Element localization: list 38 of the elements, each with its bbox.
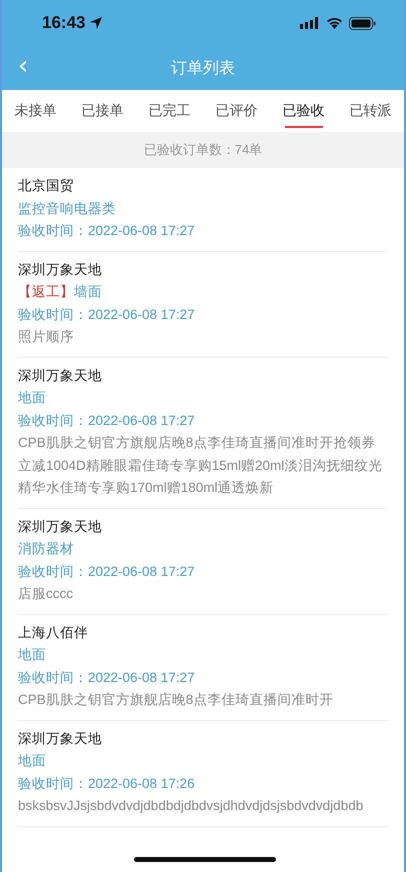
signal-icon — [300, 17, 320, 29]
tab[interactable]: 未接单 — [2, 90, 69, 132]
site-name: 北京国贸 — [18, 177, 75, 195]
order-count: 已验收订单数：74单 — [144, 141, 262, 159]
order-note: CPB肌肤之钥官方旗舰店晚8点李佳琦直播间准时开 — [18, 691, 334, 709]
category: 墙面 — [74, 283, 102, 301]
order-note: bsksbsvJJsjsbdvdvdjdbdbdjdbdvsjdhdvdjdsjsbdvdvdjdbdb — [18, 797, 364, 815]
category: 地面 — [18, 646, 46, 664]
order-note: 照片顺序 — [18, 328, 75, 346]
tab[interactable]: 已接单 — [69, 90, 136, 132]
acceptance-time: 验收时间：2022-06-08 17:27 — [18, 668, 196, 686]
battery-icon — [349, 16, 376, 30]
acceptance-time: 验收时间：2022-06-08 17:27 — [18, 412, 196, 430]
acceptance-time: 验收时间：2022-06-08 17:27 — [18, 306, 196, 324]
acceptance-time: 验收时间：2022-06-08 17:27 — [18, 562, 196, 580]
location-arrow-icon — [89, 16, 104, 30]
site-name: 上海八佰伴 — [18, 624, 89, 642]
site-name: 深圳万象天地 — [18, 730, 103, 748]
status-time: 16:43 — [42, 13, 86, 33]
page-title: 订单列表 — [170, 58, 236, 78]
site-name: 深圳万象天地 — [18, 366, 103, 384]
category: 地面 — [18, 752, 46, 770]
category: 监控音响电器类 — [18, 200, 116, 218]
site-name: 深圳万象天地 — [18, 260, 103, 278]
site-name: 深圳万象天地 — [18, 518, 103, 536]
acceptance-time: 验收时间：2022-06-08 17:27 — [18, 222, 196, 240]
order-note: CPB肌肤之钥官方旗舰店晚8点李佳琦直播间准时开抢领券立减1004D精雕眼霜佳琦专享购15ml赠20ml淡泪沟抚细纹光精华水佳琦专享购170ml赠180ml通透焕新 — [18, 434, 384, 497]
tab[interactable]: 已转派 — [337, 90, 404, 132]
wifi-icon — [326, 17, 343, 29]
order-note: 店服cccc — [18, 585, 74, 603]
acceptance-time: 验收时间：2022-06-08 17:26 — [18, 774, 196, 792]
home-indicator[interactable] — [134, 857, 276, 862]
tab[interactable]: 已验收 — [270, 90, 337, 132]
tab[interactable]: 已完工 — [136, 90, 203, 132]
rework-tag: 【返工】 — [18, 281, 74, 304]
tab[interactable]: 已评价 — [203, 90, 270, 132]
category: 地面 — [18, 389, 46, 407]
category: 消防器材 — [18, 540, 74, 558]
